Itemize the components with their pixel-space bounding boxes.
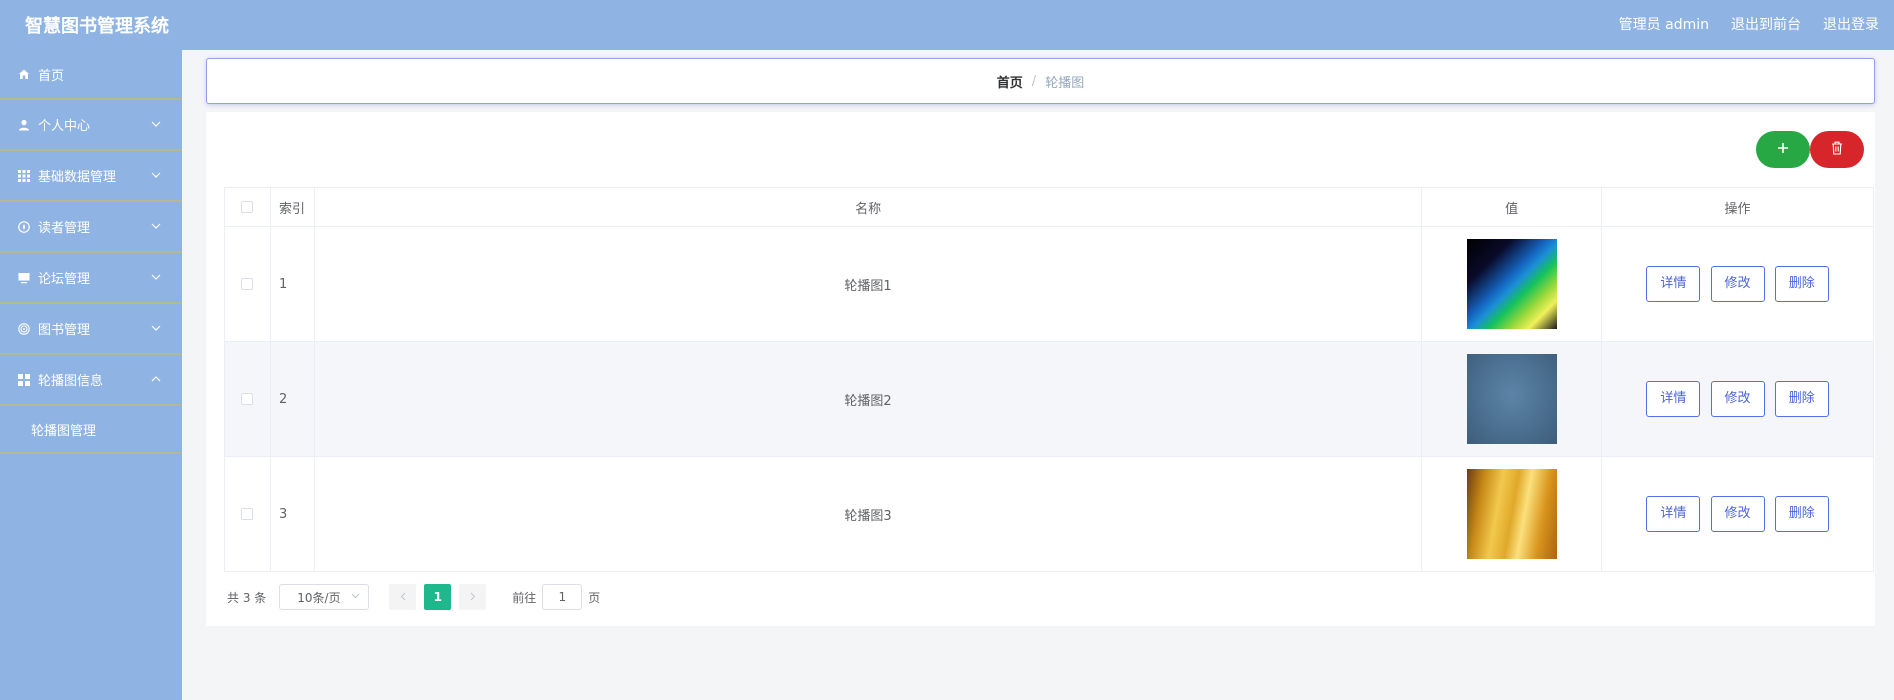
chevron-down-icon xyxy=(150,169,162,181)
select-all-checkbox[interactable] xyxy=(241,201,254,213)
add-button[interactable] xyxy=(1756,131,1810,168)
table-row: 3 轮播图3 详情 修改 删除 xyxy=(224,456,1874,572)
sidebar-item-forum[interactable]: 论坛管理 xyxy=(0,253,182,304)
detail-button[interactable]: 详情 xyxy=(1646,381,1701,417)
sidebar-item-readers[interactable]: 读者管理 xyxy=(0,202,182,253)
chevron-down-icon xyxy=(150,322,162,334)
sidebar-item-home[interactable]: 首页 xyxy=(0,50,182,100)
user-icon xyxy=(18,119,30,131)
delete-button[interactable]: 删除 xyxy=(1774,266,1829,302)
table-header-row: 索引 名称 值 操作 xyxy=(224,187,1874,227)
header-select-all xyxy=(224,187,271,227)
breadcrumb-separator: / xyxy=(1031,73,1037,89)
sidebar-item-label: 轮播图信息 xyxy=(38,374,104,389)
delete-button[interactable]: 删除 xyxy=(1774,496,1829,532)
breadcrumb: 首页 / 轮播图 xyxy=(206,58,1875,104)
row-name: 轮播图1 xyxy=(314,226,1423,342)
row-checkbox[interactable] xyxy=(241,393,254,405)
batch-delete-button[interactable] xyxy=(1810,131,1864,168)
top-header: 智慧图书管理系统 管理员 admin 退出到前台 退出登录 xyxy=(0,0,1894,50)
page-size-value: 10条/页 xyxy=(297,590,341,605)
pagination: 共 3 条 10条/页 1 前往 页 xyxy=(227,584,600,610)
sidebar-item-basic-data[interactable]: 基础数据管理 xyxy=(0,151,182,202)
breadcrumb-current: 轮播图 xyxy=(1045,75,1085,91)
monitor-icon xyxy=(18,272,30,284)
row-checkbox[interactable] xyxy=(241,278,254,290)
row-index: 1 xyxy=(270,226,315,342)
next-page-button[interactable] xyxy=(459,584,487,610)
sidebar-item-label: 图书管理 xyxy=(38,323,91,338)
column-header-name: 名称 xyxy=(314,187,1423,227)
chevron-down-icon xyxy=(150,220,162,232)
data-table: 索引 名称 值 操作 1 轮播图1 详情 修改 删除 2 轮播图2 详情 修改 … xyxy=(224,187,1874,572)
sidebar-item-label: 基础数据管理 xyxy=(38,170,117,185)
chevron-left-icon xyxy=(400,590,406,604)
header-actions: 管理员 admin 退出到前台 退出登录 xyxy=(1619,14,1879,34)
row-checkbox[interactable] xyxy=(241,508,254,520)
main-content: 首页 / 轮播图 索引 名称 值 操作 1 轮播图1 详情 修改 删除 2 轮播… xyxy=(182,50,1894,700)
page-unit-label: 页 xyxy=(588,590,601,605)
row-name: 轮播图2 xyxy=(314,341,1423,457)
exit-to-front-link[interactable]: 退出到前台 xyxy=(1731,14,1801,34)
table-row: 1 轮播图1 详情 修改 删除 xyxy=(224,226,1874,342)
detail-button[interactable]: 详情 xyxy=(1646,496,1701,532)
column-header-index: 索引 xyxy=(270,187,315,227)
home-icon xyxy=(18,68,30,80)
sidebar: 首页 个人中心 基础数据管理 读者管理 论坛管理 图书管理 轮播图信息 轮播图管… xyxy=(0,50,182,700)
table-row: 2 轮播图2 详情 修改 删除 xyxy=(224,341,1874,457)
row-index: 3 xyxy=(270,456,315,572)
grid-icon xyxy=(18,169,30,182)
plus-icon xyxy=(1777,142,1789,158)
app-title: 智慧图书管理系统 xyxy=(25,16,169,37)
sidebar-item-label: 论坛管理 xyxy=(38,272,91,287)
logout-link[interactable]: 退出登录 xyxy=(1823,14,1879,34)
goto-page: 前往 页 xyxy=(512,584,600,610)
sidebar-subitem-label: 轮播图管理 xyxy=(31,423,97,439)
goto-page-input[interactable] xyxy=(542,584,583,610)
sidebar-subitem-carousel-management[interactable]: 轮播图管理 xyxy=(0,406,182,454)
page-size-select[interactable]: 10条/页 xyxy=(279,584,370,610)
edit-button[interactable]: 修改 xyxy=(1710,381,1765,417)
chevron-down-icon xyxy=(351,593,360,602)
carousel-image-thumbnail xyxy=(1466,354,1557,444)
breadcrumb-home[interactable]: 首页 xyxy=(997,72,1023,91)
chevron-down-icon xyxy=(150,118,162,130)
pagination-total: 共 3 条 xyxy=(227,590,267,605)
edit-button[interactable]: 修改 xyxy=(1710,266,1765,302)
goto-label: 前往 xyxy=(512,590,537,605)
compass-icon xyxy=(18,220,30,233)
column-header-actions: 操作 xyxy=(1601,187,1874,227)
apps-icon xyxy=(18,373,30,386)
edit-button[interactable]: 修改 xyxy=(1710,496,1765,532)
trash-icon xyxy=(1831,141,1843,159)
prev-page-button[interactable] xyxy=(389,584,417,610)
sidebar-item-carousel-info[interactable]: 轮播图信息 xyxy=(0,355,182,406)
column-header-value: 值 xyxy=(1421,187,1603,227)
sidebar-item-label: 读者管理 xyxy=(38,221,91,236)
detail-button[interactable]: 详情 xyxy=(1646,266,1701,302)
sidebar-item-label: 首页 xyxy=(38,68,65,84)
carousel-image-thumbnail xyxy=(1466,239,1557,329)
page-number-active[interactable]: 1 xyxy=(424,584,452,610)
row-name: 轮播图3 xyxy=(314,456,1423,572)
carousel-image-thumbnail xyxy=(1466,469,1557,559)
target-icon xyxy=(18,322,30,335)
sidebar-item-books[interactable]: 图书管理 xyxy=(0,304,182,355)
delete-button[interactable]: 删除 xyxy=(1774,381,1829,417)
admin-label: 管理员 admin xyxy=(1618,17,1709,33)
sidebar-item-personal-center[interactable]: 个人中心 xyxy=(0,100,182,151)
sidebar-item-label: 个人中心 xyxy=(38,119,91,134)
table-panel: 索引 名称 值 操作 1 轮播图1 详情 修改 删除 2 轮播图2 详情 修改 … xyxy=(206,112,1875,626)
chevron-up-icon xyxy=(150,373,162,385)
row-index: 2 xyxy=(270,341,315,457)
chevron-down-icon xyxy=(150,271,162,283)
chevron-right-icon xyxy=(470,590,476,604)
